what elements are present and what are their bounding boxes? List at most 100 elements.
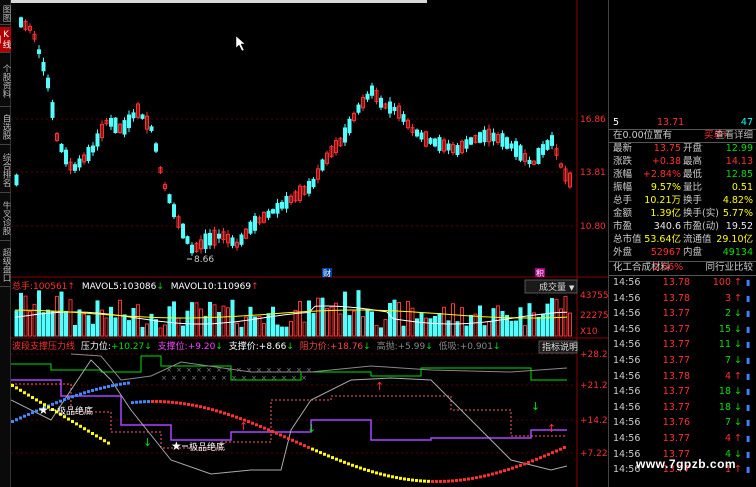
candle-body [392, 106, 397, 112]
tick-volume: 100 [712, 277, 731, 288]
signal-dot [363, 467, 366, 471]
signal-dot [311, 447, 314, 451]
signal-dot [87, 429, 90, 433]
signal-dot [411, 478, 414, 482]
volume-bar [307, 300, 311, 337]
nav-item-0[interactable]: 图图 [0, 3, 11, 25]
detail-link[interactable]: 查看详细 [715, 130, 753, 142]
signal-dot [515, 465, 518, 469]
candle-body [91, 145, 95, 153]
candle-body [455, 145, 460, 155]
tick-price: 13.76 [662, 417, 690, 429]
candle-body [415, 129, 419, 137]
volume-bar [325, 308, 329, 337]
candle-body [37, 49, 41, 54]
cross-marker: × [301, 374, 307, 382]
signal-dot [387, 474, 390, 478]
volume-bar [424, 317, 428, 337]
tick-flag-icon: ▮ [746, 278, 751, 287]
candle-body [131, 112, 136, 119]
signal-dot [535, 457, 538, 461]
volume-bar [64, 310, 68, 337]
volume-bar [446, 320, 451, 337]
arrow-up-icon: ↑ [547, 422, 556, 435]
chart-canvas[interactable]: ××××××××××××××××××××××××××××××↓↑ ↓↑↓↑ 16.… [10, 0, 613, 487]
signal-dot [531, 459, 534, 463]
volume-bar [253, 316, 257, 337]
signal-dot [319, 451, 322, 455]
sector-compare-link[interactable]: 同行业比较 [705, 262, 753, 274]
signal-dot [143, 400, 146, 404]
cross-marker: × [256, 366, 262, 374]
volume-bar [523, 324, 527, 337]
cross-marker: × [216, 366, 222, 374]
nav-item-1[interactable]: K线图 [0, 27, 11, 53]
volume-bar [217, 311, 221, 337]
volume-bar [50, 310, 55, 337]
signal-dot [551, 451, 554, 455]
tick-volume: 3 [724, 292, 731, 304]
cross-marker: × [261, 374, 267, 382]
nav-item-3[interactable]: 自选股 [0, 109, 11, 145]
signal-dot [351, 463, 354, 467]
volume-bar [365, 308, 370, 337]
volume-bar [104, 317, 109, 337]
signal-dot [423, 479, 426, 483]
quote-label: 市盈(动) [683, 221, 719, 232]
volume-bar [343, 291, 347, 337]
signal-dot [187, 402, 190, 406]
signal-dot [31, 396, 34, 399]
candle-body [64, 149, 68, 165]
signal-dot [315, 449, 318, 453]
signal-dot [215, 409, 218, 413]
quote-row: 总手 10.21万 换手 4.82% [609, 195, 756, 207]
quote-value: 12.99 [725, 143, 753, 154]
chart-area[interactable]: × × × × × × × × × × × × × × × × × × × × × × × × × × × × × × ↓ ↑ ↓ ↑ ↓ ↑ 16.… [10, 0, 613, 487]
quote-value: 0.51 [731, 182, 753, 193]
signal-dot [467, 477, 470, 481]
signal-dot [23, 414, 26, 418]
signal-dot [559, 447, 562, 451]
nav-item-6[interactable]: 超级盘口 [0, 243, 11, 287]
volume-selector[interactable]: 成交量 [539, 281, 566, 293]
event-tag-ji[interactable]: 积 [536, 268, 544, 278]
tick-row: 14:56 13.76 7 ↓ ▮ [609, 417, 756, 429]
signal-dot [51, 402, 54, 406]
volume-bar [401, 325, 406, 337]
volume-bar [14, 310, 19, 337]
signal-dot [63, 398, 66, 402]
volume-bar [131, 307, 136, 337]
quote-value: 4.82% [722, 195, 753, 206]
candle-body [491, 132, 496, 142]
cross-marker: × [266, 366, 272, 374]
nav-item-5[interactable]: 牛叉诊股 [0, 195, 11, 241]
indicator-help-button[interactable]: 指标说明 [542, 341, 578, 353]
volume-bar [127, 320, 131, 337]
signal-dot [487, 473, 490, 477]
indicator-tick-1: +28.23 [580, 350, 608, 360]
candle-body [388, 101, 392, 114]
tick-row: 14:56 13.78 100 ↑ ▮ [609, 277, 756, 289]
volume-bar [257, 315, 262, 337]
candle-body [127, 114, 131, 129]
event-tag-finance[interactable]: 财 [323, 268, 331, 278]
chevron-down-icon[interactable]: ▼ [569, 284, 575, 292]
candle-body [59, 143, 64, 153]
candle-body [284, 195, 289, 209]
candle-body [140, 114, 145, 119]
signal-dot [171, 400, 174, 404]
candle-body [550, 135, 554, 146]
cross-marker: × [181, 374, 187, 382]
signal-dot [279, 433, 282, 437]
signal-dot [367, 469, 370, 473]
signal-dot [395, 476, 398, 480]
quote-header-left: 5 [613, 117, 620, 128]
nav-item-2[interactable]: 个股资料 [0, 55, 11, 107]
candle-body [46, 77, 50, 89]
candle-body [122, 120, 127, 135]
signal-dot [231, 414, 234, 418]
volume-bar [437, 313, 442, 337]
signal-dot [219, 410, 222, 414]
candle-body [428, 138, 433, 144]
nav-item-4[interactable]: 综合排名 [0, 147, 11, 193]
